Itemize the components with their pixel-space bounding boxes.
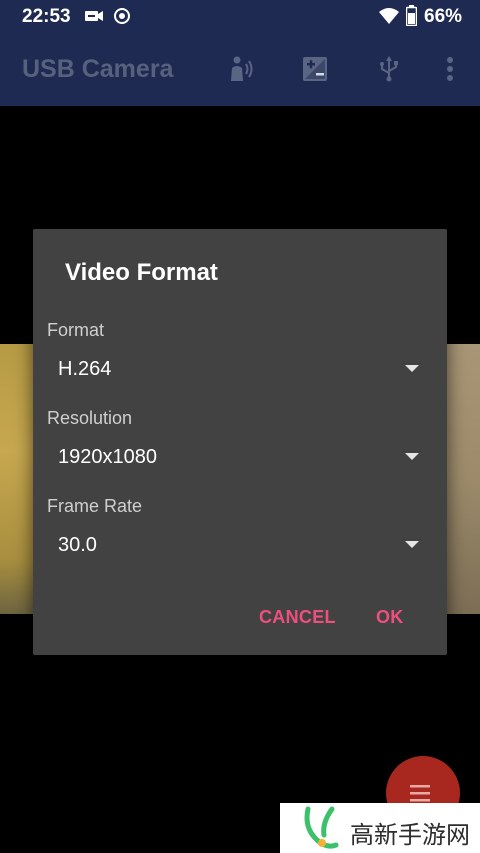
format-select[interactable]: H.264 bbox=[47, 350, 419, 390]
exposure-icon bbox=[303, 57, 327, 81]
chevron-down-icon bbox=[405, 541, 419, 548]
cancel-button[interactable]: CANCEL bbox=[259, 607, 336, 628]
exposure-button[interactable] bbox=[299, 53, 331, 85]
status-bar: 22:53 66% bbox=[0, 0, 480, 33]
resolution-value: 1920x1080 bbox=[58, 446, 157, 468]
chevron-down-icon bbox=[405, 453, 419, 460]
video-format-dialog: Video Format Format H.264 Resolution 192… bbox=[33, 229, 447, 655]
battery-icon bbox=[406, 5, 417, 26]
voice-call-icon bbox=[231, 56, 253, 81]
frame-rate-value: 30.0 bbox=[58, 534, 97, 556]
camera-feed-right-edge bbox=[444, 344, 480, 614]
camera-feed-left-edge bbox=[0, 344, 36, 614]
battery-percent: 66% bbox=[424, 6, 463, 27]
usb-icon bbox=[380, 56, 398, 82]
format-label: Format bbox=[47, 320, 105, 340]
record-notification-icon bbox=[114, 8, 130, 24]
chevron-down-icon bbox=[405, 365, 419, 372]
status-time: 22:53 bbox=[22, 6, 71, 27]
watermark: 高新手游网 bbox=[280, 803, 480, 853]
format-value: H.264 bbox=[58, 358, 112, 380]
voice-call-button[interactable] bbox=[224, 53, 256, 85]
watermark-text: 高新手游网 bbox=[350, 821, 470, 849]
usb-camera-notification-icon bbox=[85, 11, 103, 21]
app-toolbar: USB Camera bbox=[0, 33, 480, 106]
resolution-label: Resolution bbox=[47, 408, 133, 428]
dialog-title: Video Format bbox=[65, 259, 218, 286]
frame-rate-select[interactable]: 30.0 bbox=[47, 526, 419, 566]
watermark-logo bbox=[304, 806, 339, 849]
overflow-menu-button[interactable] bbox=[434, 53, 466, 85]
overflow-menu-icon bbox=[447, 57, 453, 81]
usb-button[interactable] bbox=[373, 53, 405, 85]
resolution-select[interactable]: 1920x1080 bbox=[47, 438, 419, 478]
menu-list-icon bbox=[410, 785, 430, 802]
wifi-icon bbox=[379, 8, 399, 24]
ok-button[interactable]: OK bbox=[376, 607, 404, 628]
frame-rate-label: Frame Rate bbox=[47, 496, 143, 516]
app-title: USB Camera bbox=[22, 55, 174, 83]
